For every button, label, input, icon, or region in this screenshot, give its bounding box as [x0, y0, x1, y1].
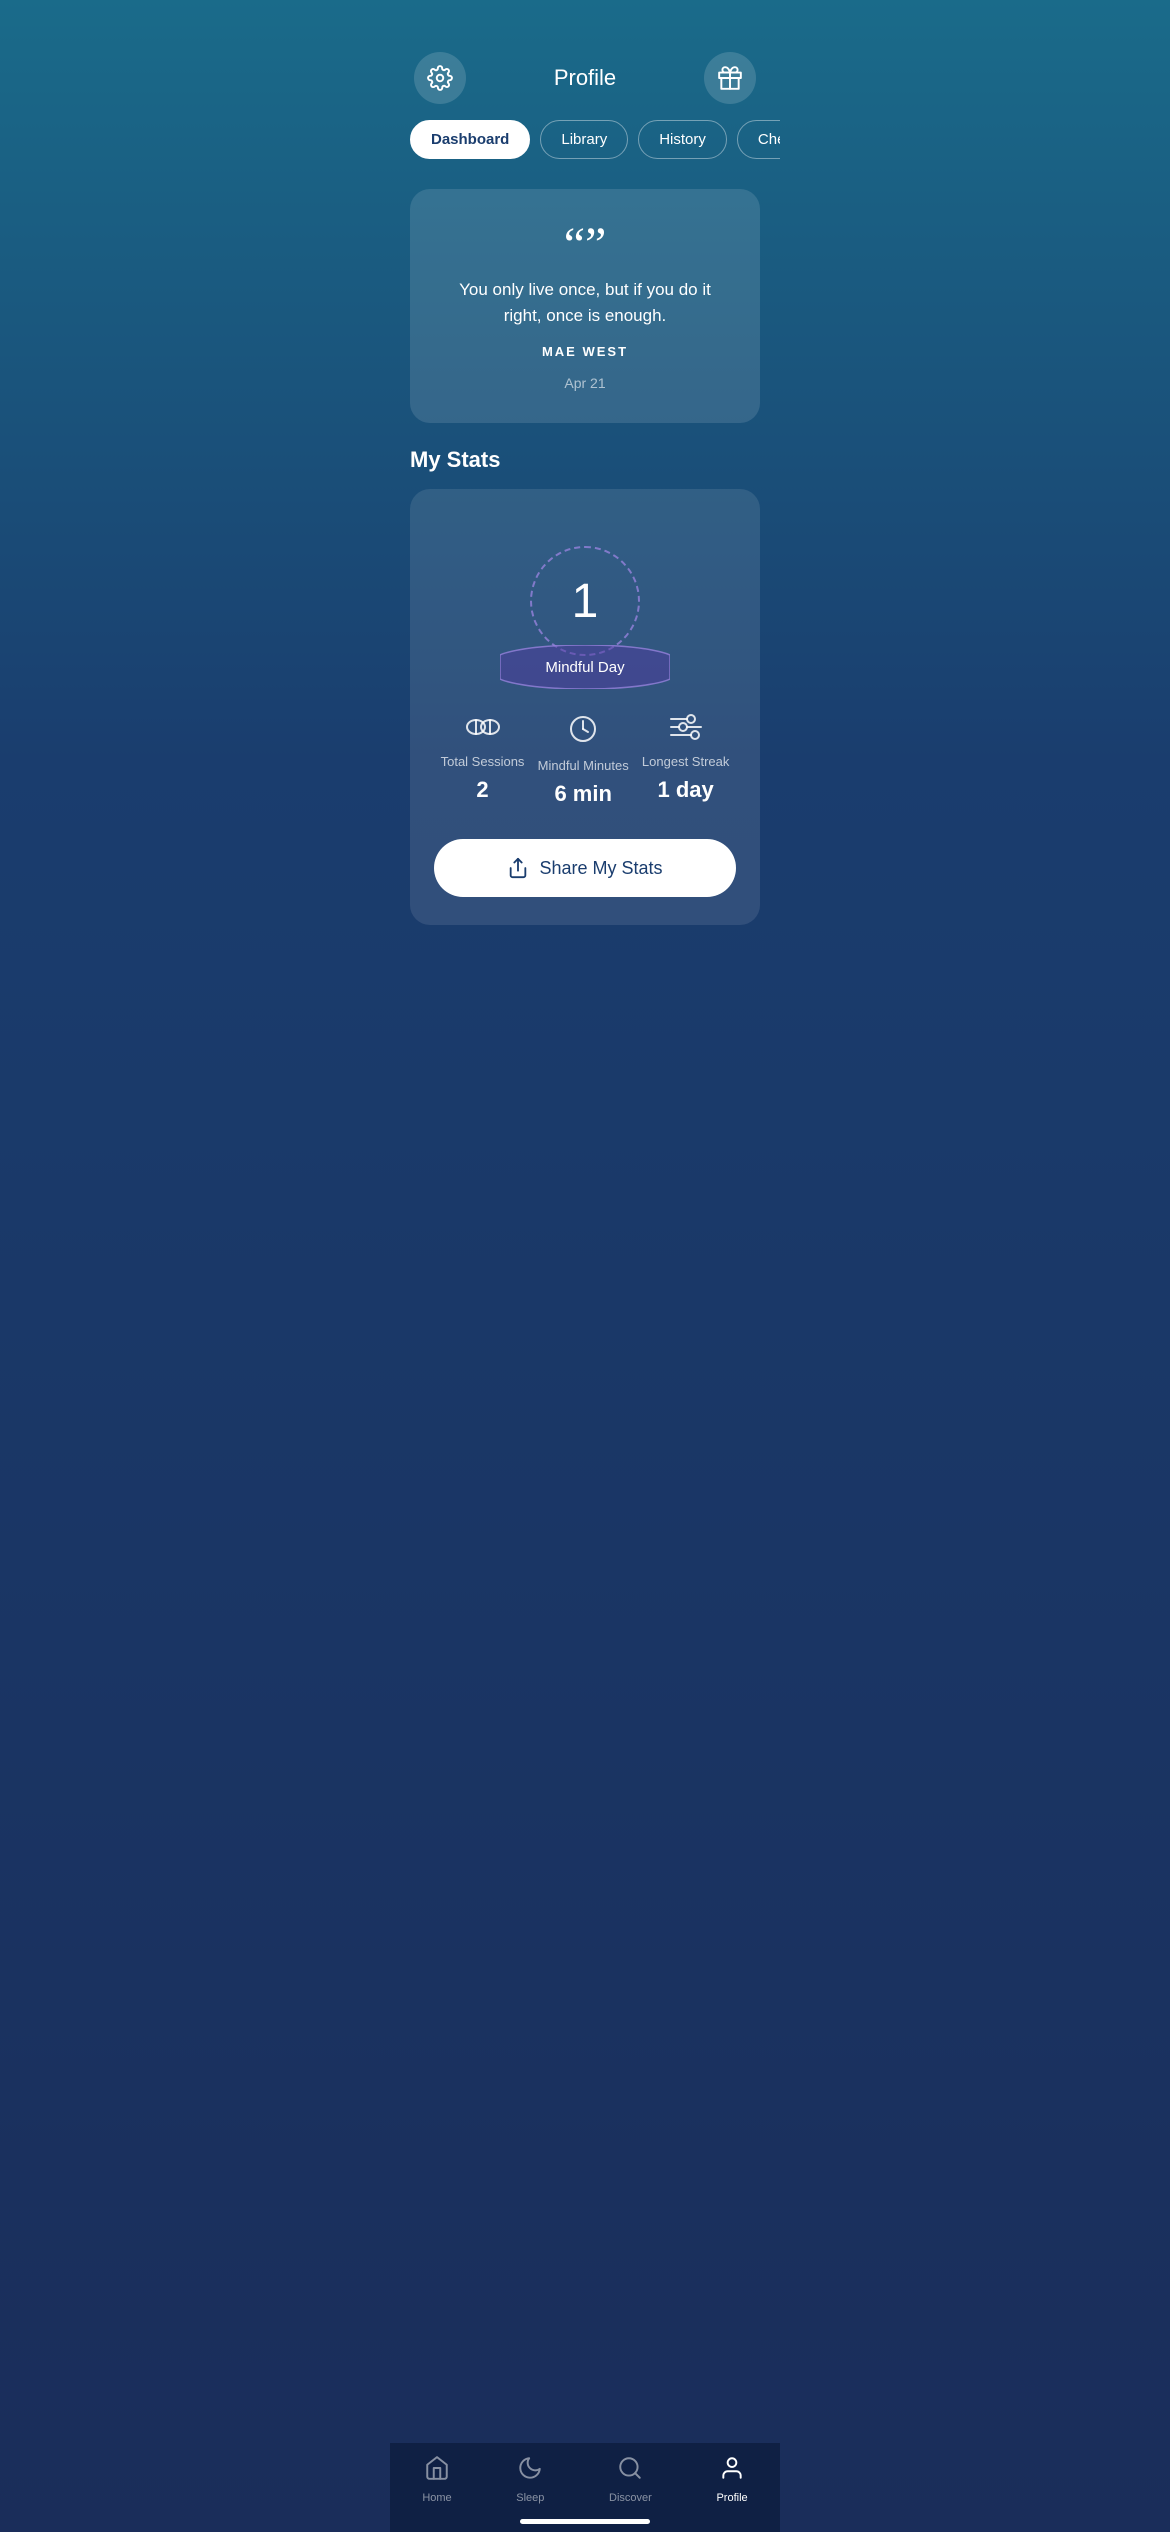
my-stats-label: My Stats	[390, 447, 780, 489]
header: Profile	[390, 44, 780, 120]
share-my-stats-button[interactable]: Share My Stats	[434, 839, 736, 897]
sessions-label: Total Sessions	[441, 754, 525, 769]
stat-total-sessions: Total Sessions 2	[441, 713, 525, 807]
nav-item-home[interactable]: Home	[422, 2455, 451, 2504]
tab-library[interactable]: Library	[540, 120, 628, 159]
gift-button[interactable]	[704, 52, 756, 104]
page-title: Profile	[554, 65, 616, 91]
nav-item-discover[interactable]: Discover	[609, 2455, 652, 2504]
quote-author: MAE WEST	[438, 344, 732, 359]
tabs-container: Dashboard Library History Check-Ins	[390, 120, 780, 179]
stats-row: Total Sessions 2 Mindful Minutes 6 min	[434, 713, 736, 807]
quote-card: “” You only live once, but if you do it …	[410, 189, 760, 423]
discover-icon	[617, 2455, 643, 2488]
nav-label-discover: Discover	[609, 2492, 652, 2504]
share-button-label: Share My Stats	[539, 858, 662, 879]
badge-ribbon: Mindful Day	[500, 645, 670, 689]
stat-longest-streak: Longest Streak 1 day	[642, 713, 729, 807]
badge-container: 1 Mindful Day	[434, 521, 736, 681]
quote-mark: “”	[438, 221, 732, 269]
minutes-value: 6 min	[554, 781, 611, 807]
streak-label: Longest Streak	[642, 754, 729, 769]
sessions-icon	[464, 713, 502, 746]
nav-label-home: Home	[422, 2492, 451, 2504]
nav-item-sleep[interactable]: Sleep	[516, 2455, 544, 2504]
home-indicator	[520, 2519, 650, 2524]
sleep-icon	[517, 2455, 543, 2488]
mindful-day-badge: 1 Mindful Day	[495, 521, 675, 681]
badge-circle: 1	[530, 546, 640, 656]
profile-icon	[719, 2455, 745, 2488]
nav-item-profile[interactable]: Profile	[716, 2455, 747, 2504]
tab-checkins[interactable]: Check-Ins	[737, 120, 780, 159]
ribbon-label: Mindful Day	[545, 659, 624, 676]
minutes-icon	[567, 713, 599, 750]
streak-value: 1 day	[658, 777, 714, 803]
settings-button[interactable]	[414, 52, 466, 104]
sessions-value: 2	[476, 777, 488, 803]
minutes-label: Mindful Minutes	[538, 758, 629, 773]
tab-dashboard[interactable]: Dashboard	[410, 120, 530, 159]
stats-card: 1 Mindful Day	[410, 489, 760, 925]
streak-icon	[669, 713, 703, 746]
nav-label-profile: Profile	[716, 2492, 747, 2504]
tab-history[interactable]: History	[638, 120, 727, 159]
nav-label-sleep: Sleep	[516, 2492, 544, 2504]
stat-mindful-minutes: Mindful Minutes 6 min	[538, 713, 629, 807]
quote-text: You only live once, but if you do it rig…	[438, 277, 732, 328]
badge-number: 1	[572, 574, 599, 629]
quote-date: Apr 21	[438, 375, 732, 391]
home-icon	[424, 2455, 450, 2488]
share-icon	[507, 857, 529, 879]
